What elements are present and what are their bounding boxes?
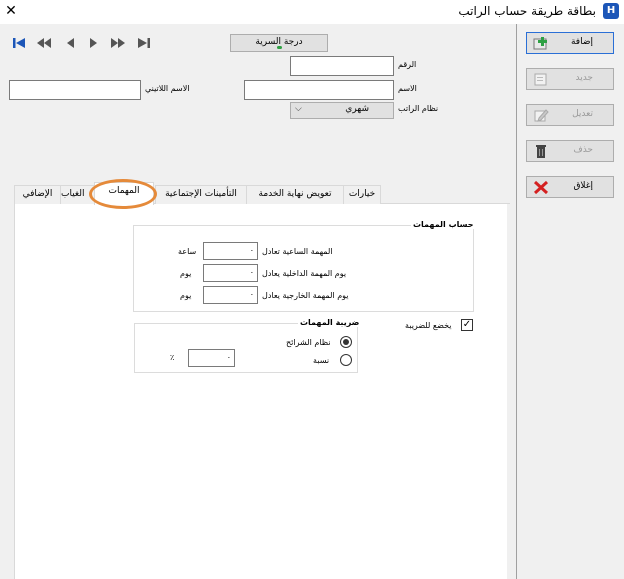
tab-social-insurance[interactable]: التأمينات الإجتماعية — [155, 185, 247, 204]
chevron-down-icon: ⌵ — [295, 104, 302, 114]
tab-end-of-service[interactable]: تعويض نهاية الخدمة — [246, 185, 344, 204]
percentage-input[interactable]: ٠ — [188, 349, 235, 367]
edit-icon — [534, 109, 549, 122]
internal-mission-input[interactable]: ٠ — [203, 264, 258, 282]
tab-options[interactable]: خيارات — [343, 185, 381, 204]
secret-level-button[interactable]: درجة السرية — [230, 34, 328, 52]
taxable-checkbox[interactable]: ✓ — [461, 319, 473, 331]
new-icon — [534, 73, 547, 86]
first-record-icon[interactable] — [12, 36, 26, 52]
internal-mission-unit: يوم — [180, 269, 192, 278]
add-button[interactable]: إضافة — [526, 32, 614, 54]
active-tab-highlight — [89, 179, 157, 209]
edit-button-label: تعديل — [572, 109, 593, 119]
secret-level-label: درجة السرية — [255, 37, 303, 47]
missions-tax-title: ضريبة المهمات — [298, 318, 362, 327]
percent-symbol: ٪ — [170, 353, 175, 362]
pane-scrollbar[interactable] — [507, 204, 516, 579]
percentage-radio[interactable] — [340, 354, 352, 366]
window-title: بطاقة طريقة حساب الراتب — [458, 4, 596, 18]
external-mission-input[interactable]: ٠ — [203, 286, 258, 304]
percentage-label: نسبة — [313, 356, 330, 365]
window-close-icon[interactable]: ✕ — [0, 0, 22, 22]
app-icon: H — [603, 3, 619, 19]
close-icon — [533, 180, 549, 195]
missions-tax-group — [134, 323, 358, 373]
hourly-mission-input[interactable]: ٠ — [203, 242, 258, 260]
external-mission-label: يوم المهمة الخارجية يعادل — [262, 291, 349, 300]
missions-calc-title: حساب المهمات — [411, 220, 476, 229]
previous-record-icon[interactable] — [64, 36, 78, 52]
title-bar: H بطاقة طريقة حساب الراتب ✕ — [0, 0, 624, 24]
add-button-label: إضافة — [570, 37, 593, 47]
taxable-label: يخضع للضريبة — [405, 321, 452, 330]
new-button-label: جديد — [575, 73, 593, 83]
bracket-system-radio[interactable] — [340, 336, 352, 348]
number-label: الرقم — [398, 60, 417, 69]
delete-button[interactable]: حذف — [526, 140, 614, 162]
checkmark-icon: ✓ — [462, 319, 472, 330]
next-record-icon[interactable] — [86, 36, 100, 52]
salary-system-select[interactable]: شهري ⌵ — [290, 102, 394, 119]
latin-name-input[interactable] — [9, 80, 141, 100]
delete-button-label: حذف — [573, 145, 593, 155]
close-button[interactable]: إغلاق — [526, 176, 614, 198]
tab-overtime[interactable]: الإضافي — [14, 185, 61, 204]
latin-name-label: الاسم اللاتيني — [145, 84, 190, 93]
next-page-icon[interactable] — [111, 36, 125, 52]
last-record-icon[interactable] — [137, 36, 151, 52]
previous-page-icon[interactable] — [37, 36, 51, 52]
name-label: الاسم — [398, 84, 417, 93]
edit-button[interactable]: تعديل — [526, 104, 614, 126]
add-icon — [533, 37, 547, 50]
salary-system-value: شهري — [345, 104, 369, 114]
external-mission-unit: يوم — [180, 291, 192, 300]
delete-icon — [536, 145, 546, 158]
hourly-mission-unit: ساعة — [178, 247, 197, 256]
new-button[interactable]: جديد — [526, 68, 614, 90]
salary-system-label: نظام الراتب — [398, 104, 439, 113]
close-button-label: إغلاق — [573, 181, 593, 191]
hourly-mission-label: المهمة الساعية تعادل — [262, 247, 333, 256]
name-input[interactable] — [244, 80, 394, 100]
number-input[interactable] — [290, 56, 394, 76]
bracket-system-label: نظام الشرائح — [286, 338, 331, 347]
internal-mission-label: يوم المهمة الداخلية يعادل — [262, 269, 347, 278]
